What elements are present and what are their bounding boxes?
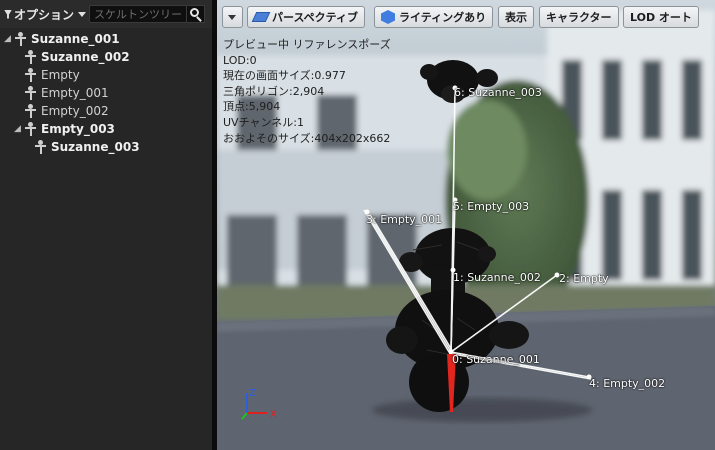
bone-icon [34, 140, 48, 154]
tree-item-empty-001[interactable]: Empty_001 [24, 84, 109, 102]
preview-stats: プレビュー中 リファレンスポーズ LOD:0 現在の画面サイズ:0.977 三角… [223, 37, 391, 146]
options-label: オプション [14, 7, 75, 22]
bone-line-empty-001-c [363, 209, 450, 353]
tree-item-label: Empty_003 [41, 122, 115, 136]
bone-label-suzanne-002: 1: Suzanne_002 [453, 271, 541, 284]
bone-label-empty-002: 4: Empty_002 [589, 377, 666, 390]
lit-cube-icon [381, 10, 395, 24]
axis-z-label: Z [249, 388, 256, 399]
stat-vertices: 頂点:5,904 [223, 100, 281, 114]
bone-line-empty-001-b [369, 213, 454, 353]
perspective-icon [251, 12, 271, 22]
character-button[interactable]: キャラクター [539, 6, 619, 28]
bone-icon [14, 32, 28, 46]
bone-line-empty [450, 274, 558, 353]
bone-label-empty: 2: Empty [559, 272, 609, 285]
axis-gizmo: Z X [241, 388, 277, 420]
tree-item-label: Suzanne_001 [31, 32, 120, 46]
tree-item-suzanne-001[interactable]: ◢ Suzanne_001 [4, 30, 120, 48]
skeleton-tree-panel: オプション ◢ Suzanne_001 Suzanne_002 Empty Em… [0, 0, 212, 450]
collapse-triangle-icon[interactable]: ◢ [14, 124, 24, 134]
show-label: 表示 [505, 11, 527, 24]
stat-lod: LOD:0 [223, 53, 257, 67]
tree-item-label: Suzanne_002 [41, 50, 130, 64]
lighting-button[interactable]: ライティングあり [374, 6, 494, 28]
search-input[interactable] [89, 5, 187, 23]
preview-viewport[interactable]: パースペクティブ ライティングあり 表示 キャラクター LOD オート プレビュ… [217, 0, 715, 450]
perspective-label: パースペクティブ [272, 11, 359, 24]
character-label: キャラクター [546, 11, 612, 24]
axis-x-label: X [270, 409, 277, 420]
filter-icon [4, 9, 12, 19]
collapse-triangle-icon[interactable]: ◢ [4, 34, 14, 44]
viewport-toolbar: パースペクティブ ライティングあり 表示 キャラクター LOD オート [217, 0, 715, 32]
tree-item-empty[interactable]: Empty [24, 66, 80, 84]
tree-item-label: Suzanne_003 [51, 140, 140, 154]
stat-uv-channels: UVチャンネル:1 [223, 115, 304, 129]
bone-icon [24, 86, 38, 100]
lod-label: LOD オート [630, 11, 692, 24]
perspective-button[interactable]: パースペクティブ [247, 6, 366, 28]
stat-approx-size: おおよそのサイズ:404x202x662 [223, 131, 391, 145]
tree-item-label: Empty [41, 68, 80, 82]
skeleton-tree-toolbar: オプション [0, 0, 212, 28]
tree-item-label: Empty_001 [41, 86, 109, 100]
chevron-down-icon [228, 14, 236, 20]
viewport-options-button[interactable] [222, 6, 243, 28]
chevron-down-icon [78, 11, 87, 17]
bone-label-suzanne-001: 0: Suzanne_001 [452, 353, 540, 366]
tree-item-empty-003[interactable]: ◢ Empty_003 [14, 120, 115, 138]
tree-item-suzanne-002[interactable]: Suzanne_002 [24, 48, 130, 66]
options-dropdown[interactable]: オプション [4, 5, 87, 23]
bone-label-empty-001: 3: Empty_001 [366, 213, 443, 226]
tree-item-suzanne-003[interactable]: Suzanne_003 [34, 138, 140, 156]
bone-label-suzanne-003: 6: Suzanne_003 [454, 86, 542, 99]
bone-icon [24, 122, 38, 136]
tree-item-empty-002[interactable]: Empty_002 [24, 102, 109, 120]
lighting-label: ライティングあり [399, 11, 487, 24]
tree-item-label: Empty_002 [41, 104, 109, 118]
bone-icon [24, 50, 38, 64]
stat-triangles: 三角ポリゴン:2,904 [223, 84, 325, 98]
bone-line-empty-001 [366, 211, 452, 353]
search-icon[interactable] [187, 5, 205, 23]
lod-button[interactable]: LOD オート [623, 6, 699, 28]
stat-preview-mode: プレビュー中 リファレンスポーズ [223, 38, 391, 51]
stat-screen-size: 現在の画面サイズ:0.977 [223, 69, 346, 83]
bone-label-empty-003: 5: Empty_003 [453, 200, 530, 213]
show-button[interactable]: 表示 [498, 6, 534, 28]
bone-icon [24, 68, 38, 82]
bone-icon [24, 104, 38, 118]
